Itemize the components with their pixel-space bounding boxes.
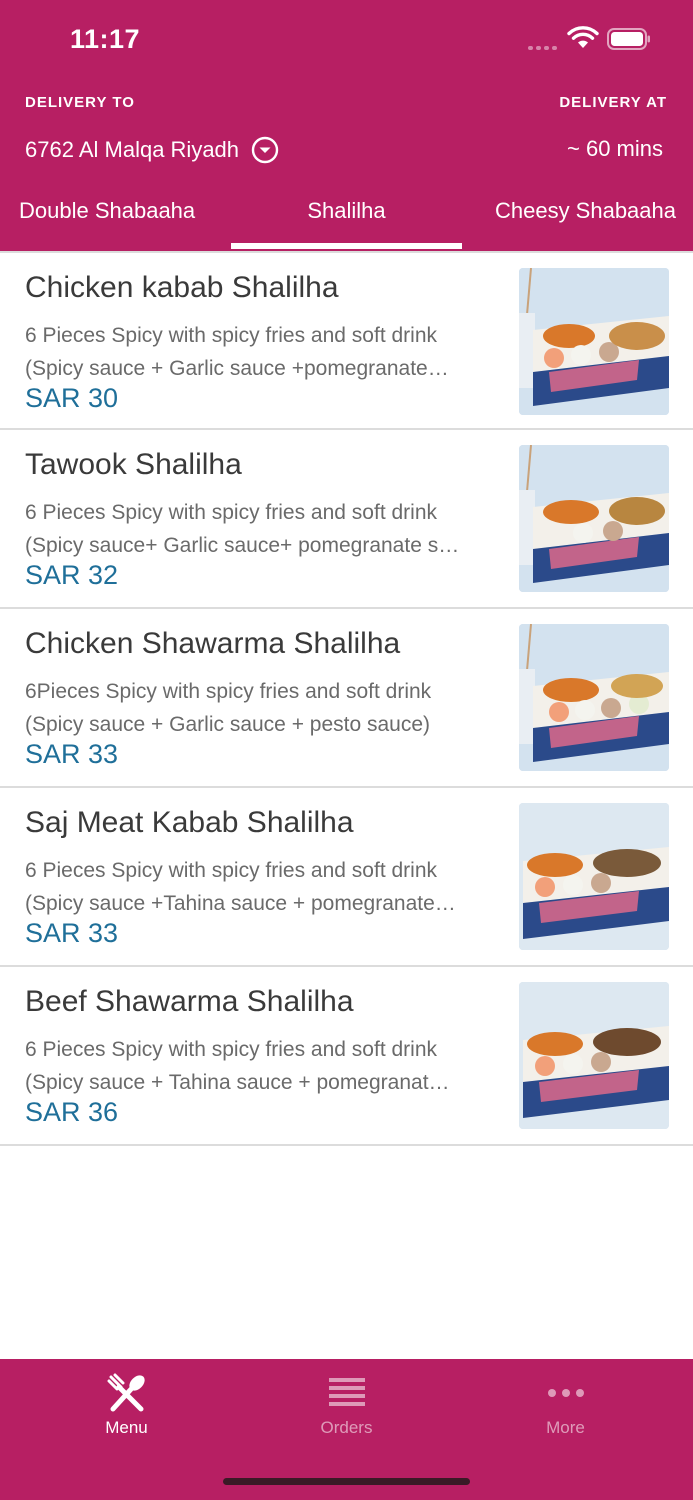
item-description-line: (Spicy sauce + Garlic sauce +pomegranate… [25, 357, 449, 380]
cellular-signal-icon [528, 42, 562, 50]
item-description: 6 Pieces Spicy with spicy fries and soft… [25, 854, 495, 920]
item-description: 6 Pieces Spicy with spicy fries and soft… [25, 1033, 495, 1099]
nav-menu[interactable]: Menu [11, 1359, 242, 1459]
status-time: 11:17 [70, 24, 141, 54]
item-description: 6 Pieces Spicy with spicy fries and soft… [25, 496, 495, 562]
battery-icon [607, 28, 650, 50]
item-name: Beef Shawarma Shalilha [25, 985, 354, 1018]
delivery-to-label: DELIVERY TO [25, 94, 135, 111]
address-selector[interactable]: 6762 Al Malqa Riyadh [25, 136, 279, 164]
food-photo [519, 624, 669, 771]
nav-orders[interactable]: Orders [231, 1359, 462, 1459]
menu-item[interactable]: Chicken Shawarma Shalilha 6Pieces Spicy … [0, 609, 693, 788]
item-price: SAR 32 [25, 560, 119, 590]
tab-cheesy-shabaaha[interactable]: Cheesy Shabaaha [462, 186, 693, 251]
item-name: Chicken Shawarma Shalilha [25, 627, 401, 660]
food-photo [519, 268, 669, 415]
tab-shalilha[interactable]: Shalilha [231, 186, 462, 251]
menu-list: Chicken kabab Shalilha 6 Pieces Spicy wi… [0, 251, 693, 1146]
item-price: SAR 36 [25, 1097, 119, 1127]
nav-more-label: More [546, 1418, 585, 1437]
menu-item[interactable]: Chicken kabab Shalilha 6 Pieces Spicy wi… [0, 251, 693, 430]
category-tabs: Double Shabaaha Shalilha Cheesy Shabaaha [0, 186, 693, 251]
menu-item[interactable]: Tawook Shalilha 6 Pieces Spicy with spic… [0, 430, 693, 609]
item-description-line: (Spicy sauce +Tahina sauce + pomegranate… [25, 892, 456, 915]
status-bar: 11:17 [0, 0, 693, 80]
item-name: Tawook Shalilha [25, 448, 242, 481]
item-description-line: (Spicy sauce + Tahina sauce + pomegranat… [25, 1071, 450, 1094]
item-description: 6Pieces Spicy with spicy fries and soft … [25, 675, 495, 741]
item-description: 6 Pieces Spicy with spicy fries and soft… [25, 319, 495, 385]
item-name: Saj Meat Kabab Shalilha [25, 806, 354, 839]
selected-tab-indicator [231, 243, 462, 249]
address-text: 6762 Al Malqa Riyadh [25, 137, 240, 162]
menu-item[interactable]: Saj Meat Kabab Shalilha 6 Pieces Spicy w… [0, 788, 693, 967]
item-description-line: (Spicy sauce + Garlic sauce + pesto sauc… [25, 713, 431, 736]
wifi-icon [567, 26, 599, 48]
item-name: Chicken kabab Shalilha [25, 271, 339, 304]
home-indicator [223, 1478, 470, 1485]
item-description-line: 6 Pieces Spicy with spicy fries and soft… [25, 324, 438, 347]
fork-knife-icon [107, 1373, 145, 1412]
item-description-line: 6 Pieces Spicy with spicy fries and soft… [25, 501, 438, 524]
food-photo [519, 803, 669, 950]
tab-double-shabaaha[interactable]: Double Shabaaha [0, 186, 231, 251]
app-header: 11:17 DELIVERY TO DELIVERY AT 6762 Al Ma… [0, 0, 693, 251]
more-dots-icon [548, 1389, 584, 1397]
food-photo [519, 982, 669, 1129]
nav-orders-label: Orders [320, 1418, 373, 1437]
item-description-line: 6 Pieces Spicy with spicy fries and soft… [25, 859, 438, 882]
food-photo [519, 445, 669, 592]
nav-menu-label: Menu [105, 1418, 148, 1437]
item-price: SAR 30 [25, 383, 119, 413]
item-description-line: 6 Pieces Spicy with spicy fries and soft… [25, 1038, 438, 1061]
item-description-line: (Spicy sauce+ Garlic sauce+ pomegranate … [25, 534, 460, 557]
nav-more[interactable]: More [450, 1359, 681, 1459]
list-lines-icon [329, 1378, 365, 1406]
delivery-at-label: DELIVERY AT [559, 94, 667, 111]
item-price: SAR 33 [25, 918, 119, 948]
menu-item[interactable]: Beef Shawarma Shalilha 6 Pieces Spicy wi… [0, 967, 693, 1146]
item-description-line: 6Pieces Spicy with spicy fries and soft … [25, 680, 432, 703]
item-price: SAR 33 [25, 739, 119, 769]
delivery-eta: ~ 60 mins [567, 136, 663, 161]
chevron-down-circle-icon [251, 136, 279, 164]
